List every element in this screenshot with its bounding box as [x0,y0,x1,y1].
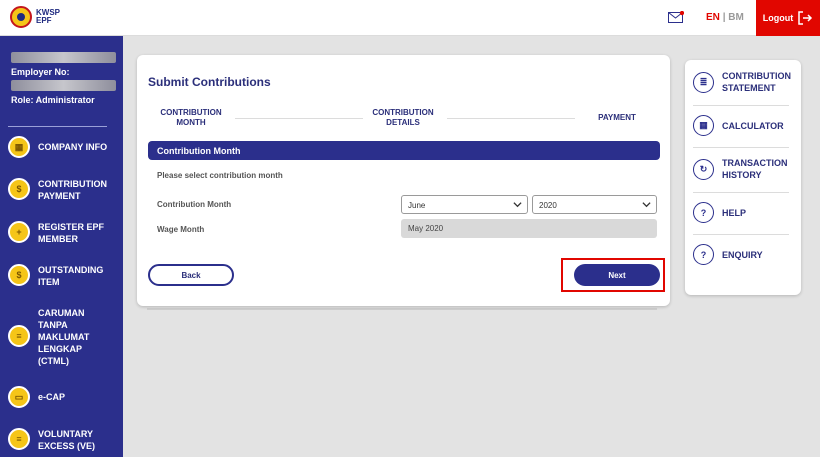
lang-en-link[interactable]: EN [706,12,720,23]
quick-link-separator [693,234,789,235]
year-select[interactable]: 2020 [532,195,657,214]
quick-link-label: TRANSACTION HISTORY [722,158,788,180]
year-select-value: 2020 [539,201,557,210]
contribution-month-label: Contribution Month [157,200,232,209]
back-button-label: Back [181,270,201,280]
sidebar-item-label: COMPANY INFO [38,142,108,152]
history-icon: ↻ [693,158,714,180]
sidebar-item-outstanding-item[interactable]: $ OUTSTANDING ITEM [8,264,108,288]
building-icon: ▦ [8,136,30,158]
sidebar-divider [8,126,107,127]
month-select[interactable]: June [401,195,528,214]
submit-contributions-card: Submit Contributions CONTRIBUTION MONTH … [137,55,670,306]
quick-link-transaction-history[interactable]: ↻ TRANSACTION HISTORY [693,157,794,181]
role-label: Role: Administrator [11,95,95,105]
card-underline [147,308,657,310]
chevron-down-icon [513,202,522,208]
step-payment: PAYMENT [598,113,636,122]
wage-month-value: May 2020 [401,219,657,238]
dollar-icon: $ [8,264,30,286]
step-connector [447,118,575,119]
sidebar-item-ecap[interactable]: ▭ e-CAP [8,386,108,408]
top-bar: KWSP EPF EN | BM Logout [0,0,820,36]
redacted-employer-no [11,80,116,91]
logo-text-epf: EPF [36,16,52,25]
quick-link-help[interactable]: ? HELP [693,202,794,223]
sidebar-item-label: CONTRIBUTION PAYMENT [38,179,107,201]
sidebar-item-company-info[interactable]: ▦ COMPANY INFO [8,136,108,158]
profile-block: Employer No: Role: Administrator [11,52,116,106]
logout-label: Logout [762,13,794,23]
page-title: Submit Contributions [148,75,271,89]
quick-link-label: CALCULATOR [722,120,784,131]
logout-button[interactable]: Logout [756,0,820,36]
quick-link-separator [693,192,789,193]
sidebar-item-label: REGISTER EPF MEMBER [38,222,105,244]
sidebar-item-label: CARUMAN TANPA MAKLUMAT LENGKAP (CTML) [38,308,90,366]
sidebar: Employer No: Role: Administrator ▦ COMPA… [0,36,123,457]
calculator-icon: ▦ [693,115,714,136]
sidebar-item-ctml[interactable]: ≡ CARUMAN TANPA MAKLUMAT LENGKAP (CTML) [8,307,108,367]
quick-link-label: HELP [722,207,747,218]
kwsp-seal-icon [10,6,32,28]
quick-link-separator [693,147,789,148]
next-button-highlight [561,258,665,292]
wage-month-label: Wage Month [157,225,205,234]
document-icon: ≡ [8,428,30,450]
employer-no-label: Employer No: [11,67,70,77]
sidebar-item-register-epf-member[interactable]: + REGISTER EPF MEMBER [8,221,108,245]
quick-link-separator [693,105,789,106]
redacted-name [11,52,116,63]
quick-link-label: CONTRIBUTION STATEMENT [722,71,791,93]
sidebar-item-label: VOLUNTARY EXCESS (VE) [38,429,96,451]
section-header: Contribution Month [148,141,660,160]
month-select-value: June [408,201,426,210]
sidebar-item-label: OUTSTANDING ITEM [38,265,104,287]
sidebar-item-contribution-payment[interactable]: $ CONTRIBUTION PAYMENT [8,178,108,202]
logout-icon [798,11,813,25]
quick-link-enquiry[interactable]: ? ENQUIRY [693,244,794,265]
quick-link-contribution-statement[interactable]: ≣ CONTRIBUTION STATEMENT [693,70,794,94]
sidebar-item-label: e-CAP [38,392,66,402]
step-connector [235,118,363,119]
help-icon: ? [693,202,714,223]
instruction-text: Please select contribution month [157,171,283,180]
language-switch: EN | BM [706,12,744,23]
card-icon: ▭ [8,386,30,408]
sidebar-item-voluntary-excess[interactable]: ≡ VOLUNTARY EXCESS (VE) [8,428,108,452]
step-contribution-details: CONTRIBUTION DETAILS [372,108,434,127]
document-icon: ≡ [8,325,30,347]
enquiry-icon: ? [693,244,714,265]
quick-links-panel: ≣ CONTRIBUTION STATEMENT ▦ CALCULATOR ↻ … [685,60,801,295]
statement-icon: ≣ [693,71,714,93]
quick-link-calculator[interactable]: ▦ CALCULATOR [693,115,794,136]
user-add-icon: + [8,221,30,243]
step-contribution-month: CONTRIBUTION MONTH [160,108,222,127]
back-button[interactable]: Back [148,264,234,286]
kwsp-logo[interactable]: KWSP EPF [10,6,60,28]
money-icon: $ [8,178,30,200]
lang-bm-link[interactable]: BM [728,12,744,23]
chevron-down-icon [642,202,651,208]
quick-link-label: ENQUIRY [722,249,763,260]
lang-separator: | [722,12,726,23]
mail-icon[interactable] [668,11,684,23]
